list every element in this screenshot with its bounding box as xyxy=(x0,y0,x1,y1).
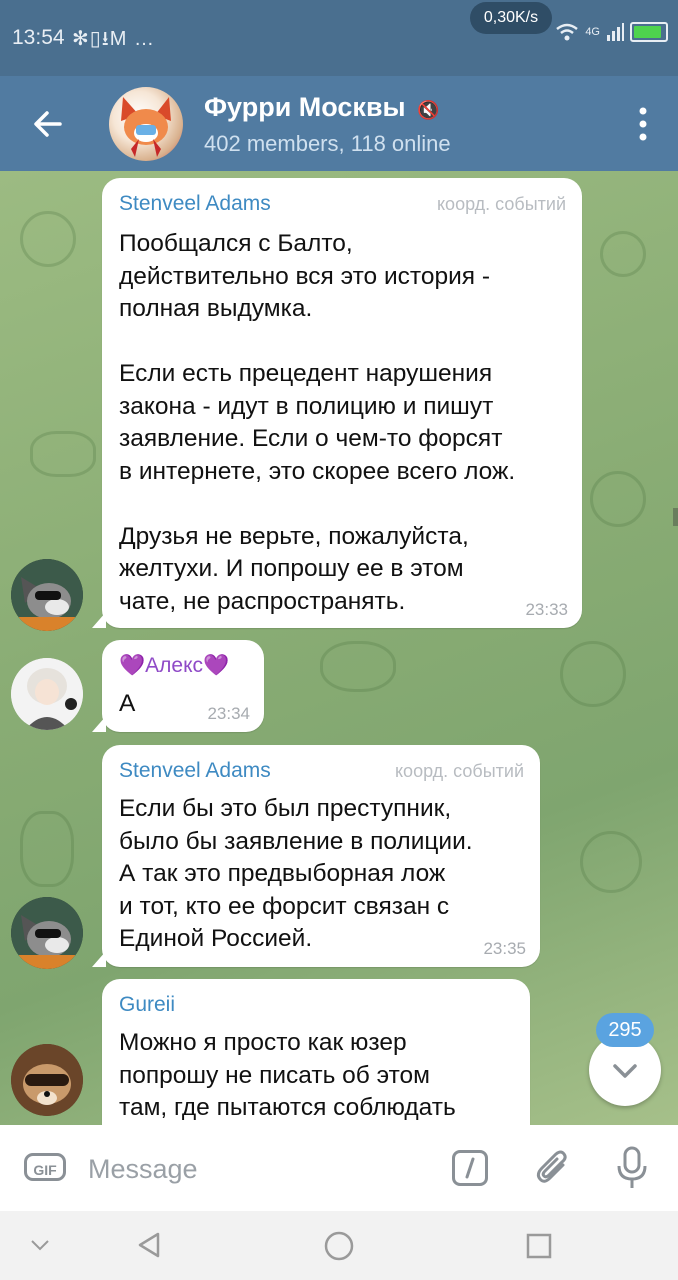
message-text: Можно я просто как юзер попрошу не писат… xyxy=(119,1029,456,1121)
wallpaper-doodle xyxy=(320,641,396,692)
bubble-tail xyxy=(92,716,106,732)
more-vertical-icon[interactable] xyxy=(638,106,648,142)
bubble-tail xyxy=(92,612,106,628)
sender-avatar-aleks[interactable] xyxy=(11,658,83,730)
message-composer: GIF Message xyxy=(0,1125,678,1211)
message-time: 23:35 xyxy=(483,939,526,958)
message-list[interactable]: Stenveel Adams коорд. событий Пообщался … xyxy=(0,171,678,1125)
message-text: А xyxy=(119,690,136,717)
battery-level xyxy=(634,26,661,38)
chat-header: Фурри Москвы 🔇 402 members, 118 online xyxy=(0,76,678,171)
battery-icon xyxy=(630,22,668,42)
message-time: 23:33 xyxy=(525,600,568,619)
system-nav-bar xyxy=(0,1211,678,1280)
message-bubble[interactable]: Stenveel Adams коорд. событий Если бы эт… xyxy=(92,745,540,967)
status-time: 13:54 xyxy=(12,26,65,49)
message-text: Пообщался с Балто, действительно вся это… xyxy=(119,230,516,615)
wolf-avatar-icon xyxy=(11,897,83,969)
unread-count-badge: 295 xyxy=(596,1013,654,1047)
sender-name[interactable]: 💜Алекс💜 xyxy=(119,654,229,678)
wallpaper-doodle xyxy=(20,211,76,267)
sender-avatar-stenveel[interactable] xyxy=(11,559,83,631)
mute-icon: 🔇 xyxy=(417,100,440,120)
wallpaper-doodle xyxy=(590,471,646,527)
admin-title: коорд. событий xyxy=(436,194,566,214)
member-count: 402 members, 118 online xyxy=(204,131,451,156)
sender-name[interactable]: Gureii xyxy=(119,993,175,1017)
recents-square-icon[interactable] xyxy=(524,1231,554,1261)
attach-icon[interactable] xyxy=(533,1147,573,1189)
raccoon-avatar-icon xyxy=(11,1044,83,1116)
chat-title[interactable]: Фурри Москвы 🔇 xyxy=(204,92,440,123)
message-bubble[interactable]: Stenveel Adams коорд. событий Пообщался … xyxy=(92,178,582,628)
scrollbar[interactable] xyxy=(673,508,678,526)
chat-title-text: Фурри Москвы xyxy=(204,92,406,122)
collapse-icon[interactable] xyxy=(28,1235,52,1255)
wifi-icon xyxy=(556,23,579,41)
status-bar: 13:54 ✻▯⭳M … 0,30K/s 4G xyxy=(0,0,678,76)
notification-icons: ✻▯⭳M … xyxy=(72,28,155,50)
message-input[interactable]: Message xyxy=(88,1154,198,1185)
gif-icon[interactable]: GIF xyxy=(24,1153,66,1181)
admin-title: коорд. событий xyxy=(394,761,524,781)
wallpaper-doodle xyxy=(20,811,74,887)
microphone-icon[interactable] xyxy=(614,1145,650,1191)
bubble-tail xyxy=(92,951,106,967)
sender-name[interactable]: Stenveel Adams xyxy=(119,759,271,783)
status-right: 4G xyxy=(555,22,668,42)
wallpaper-doodle xyxy=(600,231,646,277)
signal-icon xyxy=(607,23,624,41)
bot-command-icon[interactable] xyxy=(452,1150,488,1186)
network-type: 4G xyxy=(585,26,600,38)
back-arrow-icon[interactable] xyxy=(28,104,68,144)
back-triangle-icon[interactable] xyxy=(134,1229,166,1261)
message-bubble[interactable]: 💜Алекс💜 А 23:34 xyxy=(92,640,264,732)
home-circle-icon[interactable] xyxy=(322,1229,356,1263)
slash-glyph xyxy=(465,1157,475,1179)
message-bubble[interactable]: Gureii Можно я просто как юзер попрошу н… xyxy=(102,979,530,1125)
fox-avatar-icon xyxy=(121,97,171,157)
sender-avatar-stenveel[interactable] xyxy=(11,897,83,969)
group-avatar[interactable] xyxy=(109,87,183,161)
sender-avatar-gureii[interactable] xyxy=(11,1044,83,1116)
wallpaper-doodle xyxy=(580,831,642,893)
wallpaper-doodle xyxy=(30,431,96,477)
message-text: Если бы это был преступник, было бы заяв… xyxy=(119,795,473,952)
message-time: 23:34 xyxy=(207,704,250,723)
anime-avatar-icon xyxy=(11,658,83,730)
wallpaper-doodle xyxy=(560,641,626,707)
net-speed-badge: 0,30K/s xyxy=(470,2,552,34)
wolf-avatar-icon xyxy=(11,559,83,631)
sender-name[interactable]: Stenveel Adams xyxy=(119,192,271,216)
